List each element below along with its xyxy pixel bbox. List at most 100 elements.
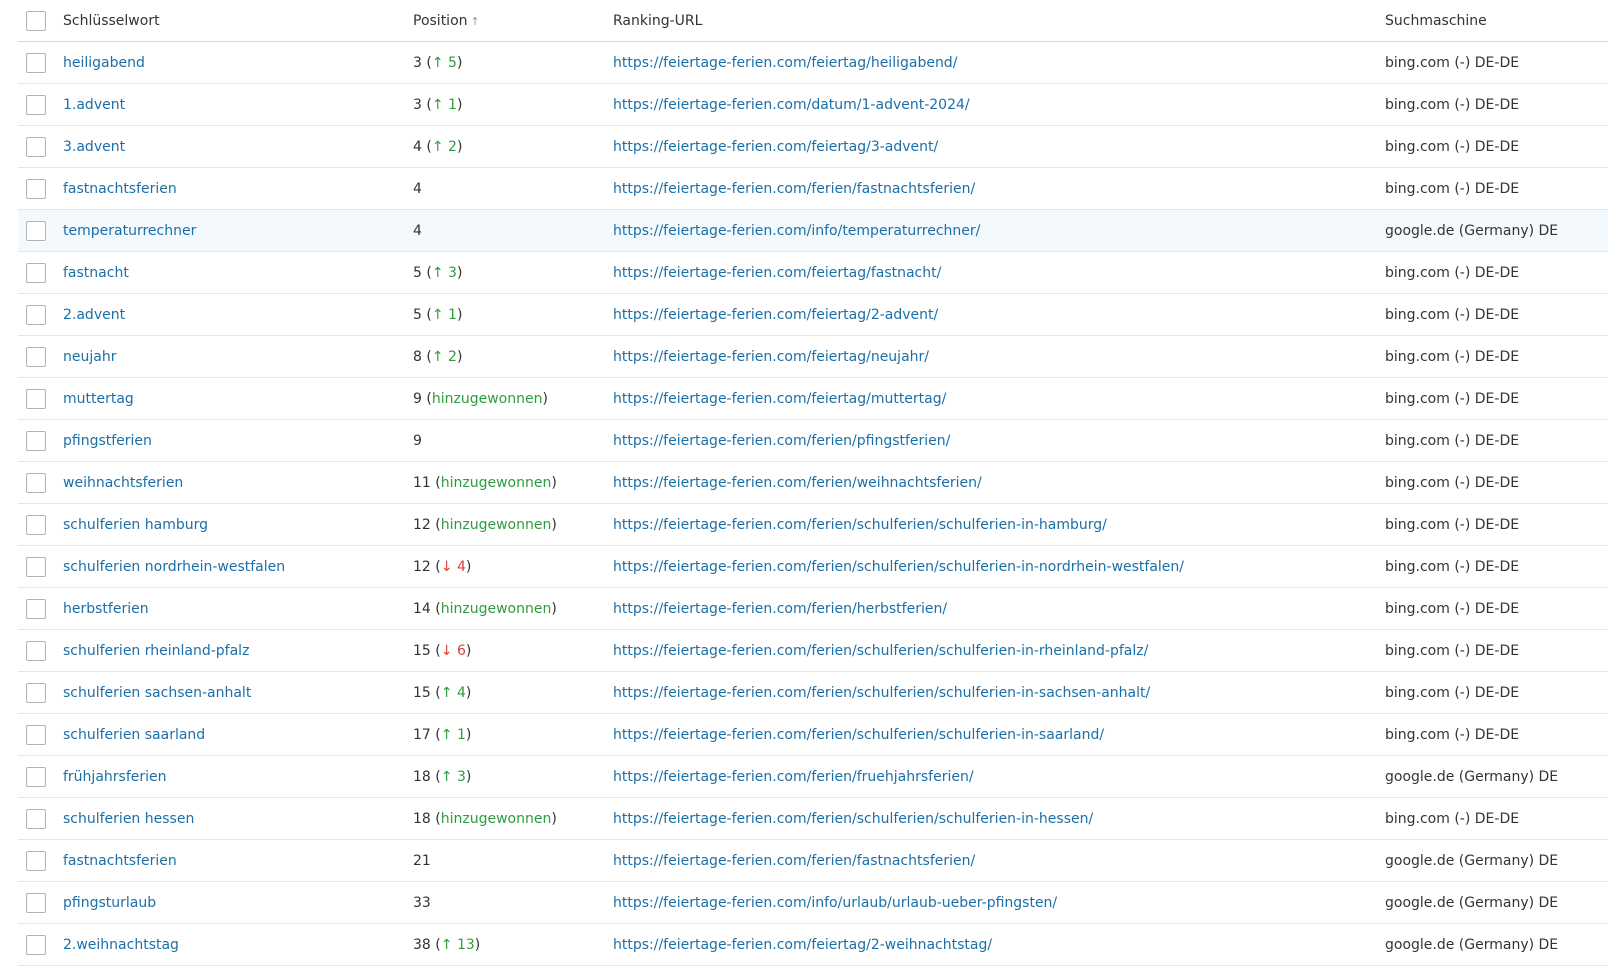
keyword-link[interactable]: schulferien sachsen-anhalt [63, 685, 251, 701]
arrow-down-icon: ↓ [440, 559, 453, 575]
keyword-link[interactable]: fastnachtsferien [63, 181, 177, 197]
row-checkbox[interactable] [26, 515, 46, 535]
row-checkbox[interactable] [26, 305, 46, 325]
row-checkbox[interactable] [26, 557, 46, 577]
ranking-url-link[interactable]: https://feiertage-ferien.com/ferien/fast… [613, 853, 975, 869]
ranking-url-link[interactable]: https://feiertage-ferien.com/feiertag/2-… [613, 937, 992, 953]
ranking-url-link[interactable]: https://feiertage-ferien.com/datum/1-adv… [613, 97, 970, 113]
ranking-url-link[interactable]: https://feiertage-ferien.com/ferien/frue… [613, 769, 974, 785]
keyword-link[interactable]: schulferien saarland [63, 727, 205, 743]
row-checkbox[interactable] [26, 893, 46, 913]
position-value: 21 [413, 853, 431, 869]
keyword-link[interactable]: 1.advent [63, 97, 125, 113]
keyword-link[interactable]: pfingstferien [63, 433, 152, 449]
keyword-link[interactable]: weihnachtsferien [63, 475, 183, 491]
ranking-url-link[interactable]: https://feiertage-ferien.com/ferien/schu… [613, 727, 1104, 743]
arrow-up-icon: ↑ [431, 349, 444, 365]
row-checkbox[interactable] [26, 137, 46, 157]
position-value: 4 [413, 139, 422, 155]
header-search-engine[interactable]: Suchmaschine [1385, 0, 1605, 42]
keyword-link[interactable]: herbstferien [63, 601, 149, 617]
row-checkbox[interactable] [26, 641, 46, 661]
ranking-url-link[interactable]: https://feiertage-ferien.com/ferien/fast… [613, 181, 975, 197]
table-row: schulferien sachsen-anhalt 15 (↑ 4) https:… [18, 672, 1608, 714]
ranking-url-link[interactable]: https://feiertage-ferien.com/ferien/schu… [613, 559, 1184, 575]
keyword-link[interactable]: fastnachtsferien [63, 853, 177, 869]
row-checkbox[interactable] [26, 851, 46, 871]
sort-ascending-icon: ↑ [470, 15, 480, 28]
ranking-url-link[interactable]: https://feiertage-ferien.com/info/urlaub… [613, 895, 1057, 911]
row-checkbox[interactable] [26, 179, 46, 199]
row-checkbox[interactable] [26, 347, 46, 367]
row-checkbox-cell [26, 126, 50, 168]
row-checkbox[interactable] [26, 221, 46, 241]
ranking-url-link[interactable]: https://feiertage-ferien.com/ferien/schu… [613, 685, 1150, 701]
keyword-link[interactable]: 2.weihnachtstag [63, 937, 179, 953]
arrow-up-icon: ↑ [440, 685, 453, 701]
row-checkbox[interactable] [26, 95, 46, 115]
position-delta: 4 [456, 559, 466, 575]
header-position[interactable]: Position ↑ [413, 0, 593, 42]
position-value: 12 [413, 517, 431, 533]
search-engine-cell: bing.com (-) DE-DE [1385, 139, 1520, 155]
ranking-url-link[interactable]: https://feiertage-ferien.com/feiertag/mu… [613, 391, 946, 407]
row-checkbox[interactable] [26, 473, 46, 493]
search-engine-cell: bing.com (-) DE-DE [1385, 391, 1520, 407]
row-checkbox[interactable] [26, 53, 46, 73]
position-cell: 15 (↑ 4) [413, 685, 472, 701]
row-checkbox[interactable] [26, 389, 46, 409]
position-gained: hinzugewonnen [431, 391, 543, 407]
ranking-url-link[interactable]: https://feiertage-ferien.com/feiertag/he… [613, 55, 957, 71]
keyword-link[interactable]: neujahr [63, 349, 116, 365]
ranking-url-link[interactable]: https://feiertage-ferien.com/ferien/schu… [613, 517, 1107, 533]
ranking-url-link[interactable]: https://feiertage-ferien.com/info/temper… [613, 223, 980, 239]
search-engine-cell: google.de (Germany) DE [1385, 937, 1559, 953]
position-delta: 6 [456, 643, 466, 659]
position-cell: 5 (↑ 3) [413, 265, 463, 281]
keyword-link[interactable]: temperaturrechner [63, 223, 196, 239]
position-cell: 18 (↑ 3) [413, 769, 472, 785]
ranking-url-link[interactable]: https://feiertage-ferien.com/ferien/pfin… [613, 433, 950, 449]
row-checkbox[interactable] [26, 431, 46, 451]
ranking-url-link[interactable]: https://feiertage-ferien.com/feiertag/2-… [613, 307, 938, 323]
header-ranking-url[interactable]: Ranking-URL [613, 0, 1373, 42]
row-checkbox[interactable] [26, 599, 46, 619]
ranking-url-link[interactable]: https://feiertage-ferien.com/ferien/schu… [613, 643, 1148, 659]
keyword-link[interactable]: schulferien hamburg [63, 517, 208, 533]
url-cell: https://feiertage-ferien.com/info/urlaub… [613, 882, 1373, 924]
row-checkbox[interactable] [26, 767, 46, 787]
row-checkbox[interactable] [26, 725, 46, 745]
table-row: frühjahrsferien 18 (↑ 3) https://feiertage… [18, 756, 1608, 798]
keyword-link[interactable]: schulferien rheinland-pfalz [63, 643, 249, 659]
keyword-link[interactable]: 2.advent [63, 307, 125, 323]
keyword-link[interactable]: muttertag [63, 391, 134, 407]
ranking-url-link[interactable]: https://feiertage-ferien.com/ferien/schu… [613, 811, 1093, 827]
keyword-cell: fastnachtsferien [63, 840, 393, 882]
keyword-link[interactable]: schulferien nordrhein-westfalen [63, 559, 285, 575]
keyword-link[interactable]: 3.advent [63, 139, 125, 155]
position-delta: 3 [448, 265, 457, 281]
position-value: 4 [413, 181, 422, 197]
ranking-url-link[interactable]: https://feiertage-ferien.com/ferien/herb… [613, 601, 947, 617]
ranking-url-link[interactable]: https://feiertage-ferien.com/feiertag/3-… [613, 139, 938, 155]
ranking-url-link[interactable]: https://feiertage-ferien.com/feiertag/fa… [613, 265, 941, 281]
keyword-cell: schulferien nordrhein-westfalen [63, 546, 393, 588]
row-checkbox[interactable] [26, 809, 46, 829]
search-engine-cell: bing.com (-) DE-DE [1385, 55, 1520, 71]
select-all-checkbox[interactable] [26, 11, 46, 31]
search-engine-cell: bing.com (-) DE-DE [1385, 307, 1520, 323]
keyword-link[interactable]: schulferien hessen [63, 811, 194, 827]
keyword-link[interactable]: fastnacht [63, 265, 129, 281]
row-checkbox[interactable] [26, 935, 46, 955]
ranking-url-link[interactable]: https://feiertage-ferien.com/feiertag/ne… [613, 349, 929, 365]
position-value: 9 [413, 391, 422, 407]
row-checkbox[interactable] [26, 263, 46, 283]
ranking-url-link[interactable]: https://feiertage-ferien.com/ferien/weih… [613, 475, 982, 491]
row-checkbox[interactable] [26, 683, 46, 703]
keyword-link[interactable]: heiligabend [63, 55, 145, 71]
position-value: 12 [413, 559, 431, 575]
keyword-link[interactable]: frühjahrsferien [63, 769, 167, 785]
search-engine-cell: bing.com (-) DE-DE [1385, 811, 1520, 827]
keyword-link[interactable]: pfingsturlaub [63, 895, 156, 911]
header-keyword[interactable]: Schlüsselwort [63, 0, 393, 42]
